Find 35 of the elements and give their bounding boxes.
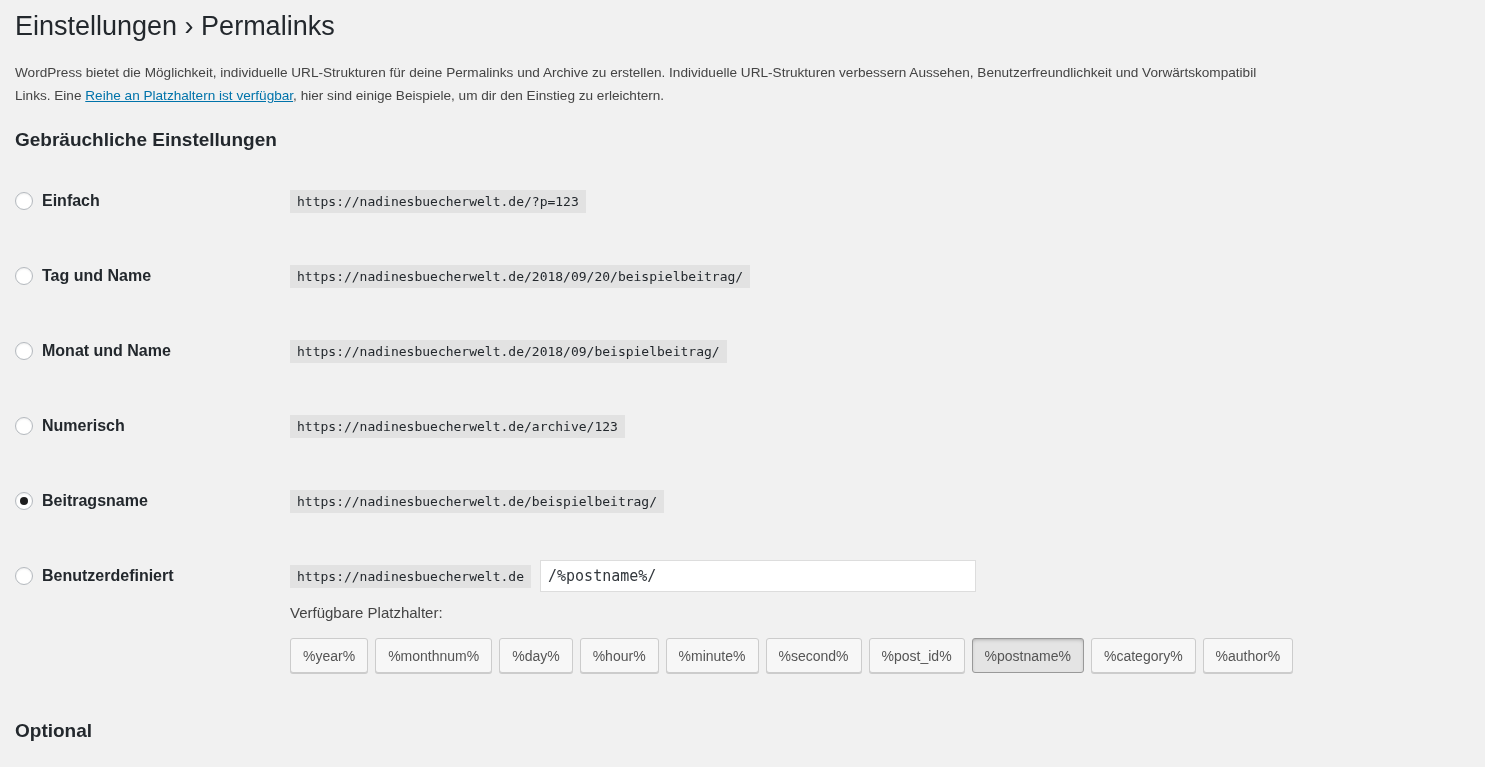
url-example: https://nadinesbuecherwelt.de	[290, 564, 531, 588]
intro-paragraph: WordPress bietet die Möglichkeit, individuelle URL-Strukturen für deine Permalinks und Archive zu erstellen. Individuelle URL-Strukturen verbessern Aussehen, Benutzerfreundlichkeit und Vorwärtskompatibil Links. Eine Reihe an Platzhaltern ist verfügbar, hier sind einige Beispiele, um dir den Einstieg zu erleichtern.	[15, 64, 1258, 105]
url-example: https://nadinesbuecherwelt.de/archive/123	[290, 414, 625, 438]
structure-field[interactable]: /%postname%/	[540, 560, 976, 592]
placeholder-button[interactable]: %second%	[765, 638, 862, 673]
radio-button[interactable]	[15, 417, 33, 435]
option-label: Numerisch	[42, 417, 125, 435]
option-label: Beitragsname	[42, 492, 148, 510]
placeholder-button[interactable]: %day%	[499, 638, 573, 673]
section-heading: Optional	[15, 719, 94, 743]
radio-button[interactable]	[15, 492, 33, 510]
placeholder-button[interactable]: %minute%	[665, 638, 759, 673]
placeholder-button[interactable]: %author%	[1202, 638, 1294, 673]
placeholder-button[interactable]: %monthnum%	[375, 638, 493, 673]
placeholder-button[interactable]: %hour%	[579, 638, 659, 673]
placeholder-button[interactable]: %year%	[290, 638, 369, 673]
url-example: https://nadinesbuecherwelt.de/beispielbeitrag/	[290, 489, 665, 513]
option-label: Monat und Name	[42, 342, 171, 360]
option-label: Tag und Name	[42, 267, 152, 285]
placeholders-link[interactable]: Reihe an Platzhaltern ist verfügbar	[85, 88, 294, 103]
radio-button[interactable]	[15, 342, 33, 360]
url-example: https://nadinesbuecherwelt.de/?p=123	[290, 189, 586, 213]
radio-button[interactable]	[15, 192, 33, 210]
url-example: https://nadinesbuecherwelt.de/2018/09/beispielbeitrag/	[290, 339, 727, 363]
option-label: Einfach	[42, 192, 100, 210]
placeholder-button[interactable]: %postname%	[971, 638, 1084, 673]
placeholder-button[interactable]: %category%	[1091, 638, 1196, 673]
radio-button[interactable]	[15, 567, 33, 585]
section-heading: Gebräuchliche Einstellungen	[15, 128, 278, 152]
page-title: Einstellungen › Permalinks	[15, 10, 336, 43]
url-example: https://nadinesbuecherwelt.de/2018/09/20/beispielbeitrag/	[290, 264, 751, 288]
placeholders-label: Verfügbare Platzhalter:	[290, 604, 444, 621]
placeholder-button[interactable]: %post_id%	[868, 638, 965, 673]
radio-button[interactable]	[15, 267, 33, 285]
option-label: Benutzerdefiniert	[42, 567, 174, 585]
